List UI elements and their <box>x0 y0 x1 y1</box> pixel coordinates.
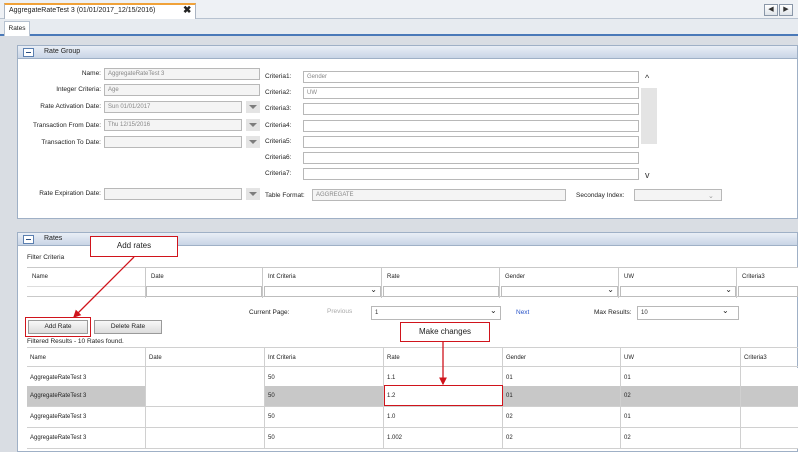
annotation-arrows <box>73 256 447 386</box>
add-rates-arrow <box>73 256 135 318</box>
